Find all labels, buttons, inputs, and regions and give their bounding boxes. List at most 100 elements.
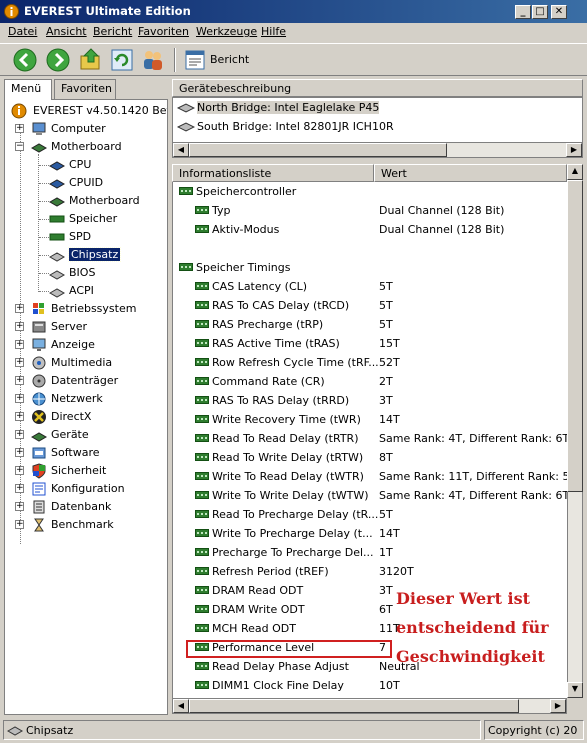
list-item[interactable]: DIMM1 Clock Fine Delay 10T xyxy=(173,676,567,695)
up-folder-icon[interactable] xyxy=(78,47,104,73)
forward-icon[interactable] xyxy=(45,47,71,73)
menu-ansicht[interactable]: Ansicht xyxy=(46,25,87,38)
expand-icon[interactable]: + xyxy=(15,304,24,313)
tree-label: Betriebssystem xyxy=(51,302,137,315)
list-item[interactable]: RAS Active Time (tRAS) 15T xyxy=(173,334,567,353)
tree-label: Konfiguration xyxy=(51,482,125,495)
menu-hilfe[interactable]: Hilfe xyxy=(261,25,286,38)
list-item[interactable]: Read To Write Delay (tRTW) 8T xyxy=(173,448,567,467)
tree-label: Multimedia xyxy=(51,356,113,369)
memory-icon xyxy=(195,453,209,461)
network-icon xyxy=(32,392,46,406)
expand-icon[interactable]: + xyxy=(15,340,24,349)
list-item[interactable]: Write To Write Delay (tWTW) Same Rank: 4T… xyxy=(173,486,567,505)
column-header-value[interactable]: Wert xyxy=(374,164,567,182)
close-button[interactable]: ✕ xyxy=(551,5,567,19)
memory-icon xyxy=(179,187,193,195)
expand-icon[interactable]: + xyxy=(15,520,24,529)
tree-label: Server xyxy=(51,320,88,333)
display-icon xyxy=(32,338,46,351)
refresh-icon[interactable] xyxy=(109,47,135,73)
column-header-name[interactable]: Informationsliste xyxy=(172,164,374,182)
users-icon[interactable] xyxy=(140,47,166,73)
memory-icon xyxy=(195,434,209,442)
list-item[interactable]: Refresh Period (tREF) 3120T xyxy=(173,562,567,581)
device-label: South Bridge: Intel 82801JR ICH10R xyxy=(197,120,394,133)
list-item[interactable]: Write To Read Delay (tWTR) Same Rank: 11T… xyxy=(173,467,567,486)
expand-icon[interactable]: + xyxy=(15,466,24,475)
annotation-line: Geschwindigkeit xyxy=(396,647,545,666)
device-label: North Bridge: Intel Eaglelake P45 xyxy=(197,101,380,114)
scroll-thumb[interactable] xyxy=(567,180,583,492)
list-item[interactable]: Command Rate (CR) 2T xyxy=(173,372,567,391)
devices-icon xyxy=(31,432,47,442)
scroll-right-icon[interactable]: ▶ xyxy=(566,143,582,157)
memory-icon xyxy=(195,605,209,613)
acpi-icon xyxy=(49,288,65,298)
list-item[interactable]: Read To Read Delay (tRTR) Same Rank: 4T, … xyxy=(173,429,567,448)
menu-bar: Datei Ansicht Bericht Favoriten Werkzeug… xyxy=(0,23,587,42)
expand-icon[interactable]: + xyxy=(15,412,24,421)
bios-icon xyxy=(49,270,65,280)
list-item[interactable]: Precharge To Precharge Del... 1T xyxy=(173,543,567,562)
report-label: Bericht xyxy=(210,53,250,66)
directx-icon xyxy=(32,410,46,424)
scroll-right-icon[interactable]: ▶ xyxy=(550,699,566,713)
list-item[interactable]: Aktiv-Modus Dual Channel (128 Bit) xyxy=(173,220,567,239)
scroll-thumb[interactable] xyxy=(189,699,519,713)
menu-werkzeuge[interactable]: Werkzeuge xyxy=(196,25,257,38)
device-description-header[interactable]: Gerätebeschreibung xyxy=(172,79,583,97)
toolbar: Bericht xyxy=(0,43,587,76)
list-item[interactable]: CAS Latency (CL) 5T xyxy=(173,277,567,296)
tab-favoriten[interactable]: Favoriten xyxy=(54,79,116,99)
expand-icon[interactable]: + xyxy=(15,376,24,385)
menu-favoriten[interactable]: Favoriten xyxy=(138,25,189,38)
list-item[interactable]: Write Recovery Time (tWR) 14T xyxy=(173,410,567,429)
expand-icon[interactable]: + xyxy=(15,322,24,331)
expand-icon[interactable]: + xyxy=(15,430,24,439)
list-item[interactable]: Read To Precharge Delay (tR... 5T xyxy=(173,505,567,524)
list-item[interactable]: Typ Dual Channel (128 Bit) xyxy=(173,201,567,220)
list-group-row[interactable]: Speichercontroller xyxy=(173,182,567,201)
list-item[interactable]: Row Refresh Cycle Time (tRF... 52T xyxy=(173,353,567,372)
scroll-down-icon[interactable]: ▼ xyxy=(567,682,583,698)
collapse-icon[interactable]: − xyxy=(15,142,24,151)
scroll-thumb[interactable] xyxy=(189,143,447,157)
memory-icon xyxy=(195,339,209,347)
expand-icon[interactable]: + xyxy=(15,394,24,403)
computer-icon xyxy=(32,122,46,135)
list-item[interactable]: RAS To RAS Delay (tRRD) 3T xyxy=(173,391,567,410)
tree-label: Geräte xyxy=(51,428,89,441)
scroll-left-icon[interactable]: ◀ xyxy=(173,699,189,713)
multimedia-icon xyxy=(32,356,46,370)
device-horizontal-scrollbar[interactable]: ◀ ▶ xyxy=(172,142,583,158)
list-group-row[interactable]: Speicher Timings xyxy=(173,258,567,277)
memory-icon xyxy=(195,415,209,423)
list-item[interactable]: RAS To CAS Delay (tRCD) 5T xyxy=(173,296,567,315)
minimize-button[interactable]: _ xyxy=(515,5,531,19)
expand-icon[interactable]: + xyxy=(15,448,24,457)
menu-bericht[interactable]: Bericht xyxy=(93,25,132,38)
tree-label: Benchmark xyxy=(51,518,114,531)
tree-label: Motherboard xyxy=(51,140,122,153)
memory-icon xyxy=(195,548,209,556)
expand-icon[interactable]: + xyxy=(15,502,24,511)
menu-datei[interactable]: Datei xyxy=(8,25,37,38)
memory-icon xyxy=(195,491,209,499)
tree-label: ACPI xyxy=(69,284,94,297)
memory-icon xyxy=(179,263,193,271)
info-list-horizontal-scrollbar[interactable]: ◀ ▶ xyxy=(172,698,567,714)
list-item[interactable]: RAS Precharge (tRP) 5T xyxy=(173,315,567,334)
memory-icon xyxy=(195,282,209,290)
scroll-up-icon[interactable]: ▲ xyxy=(567,164,583,180)
expand-icon[interactable]: + xyxy=(15,124,24,133)
scroll-left-icon[interactable]: ◀ xyxy=(173,143,189,157)
list-item[interactable]: Write To Precharge Delay (t... 14T xyxy=(173,524,567,543)
back-icon[interactable] xyxy=(12,47,38,73)
expand-icon[interactable]: + xyxy=(15,484,24,493)
tab-menu[interactable]: Menü xyxy=(4,79,52,100)
expand-icon[interactable]: + xyxy=(15,358,24,367)
info-list-vertical-scrollbar[interactable]: ▲ ▼ xyxy=(567,164,583,698)
config-icon xyxy=(32,482,46,496)
maximize-button[interactable]: □ xyxy=(532,5,548,19)
